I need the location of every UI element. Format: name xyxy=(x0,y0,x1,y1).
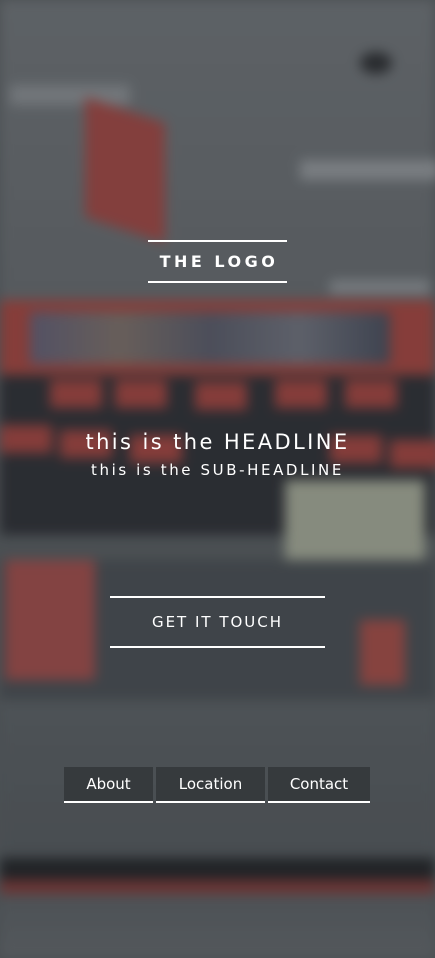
landing-page: THE LOGO this is the HEADLINE this is th… xyxy=(0,0,435,958)
nav-item-about[interactable]: About xyxy=(64,767,153,803)
hero-content: THE LOGO this is the HEADLINE this is th… xyxy=(0,0,435,958)
headline: this is the HEADLINE xyxy=(85,430,350,454)
footer-nav: About Location Contact xyxy=(64,767,370,803)
get-in-touch-button[interactable]: GET IT TOUCH xyxy=(110,596,325,648)
nav-item-location[interactable]: Location xyxy=(156,767,265,803)
sub-headline: this is the SUB-HEADLINE xyxy=(91,461,344,479)
logo[interactable]: THE LOGO xyxy=(148,240,287,283)
nav-item-contact[interactable]: Contact xyxy=(268,767,370,803)
